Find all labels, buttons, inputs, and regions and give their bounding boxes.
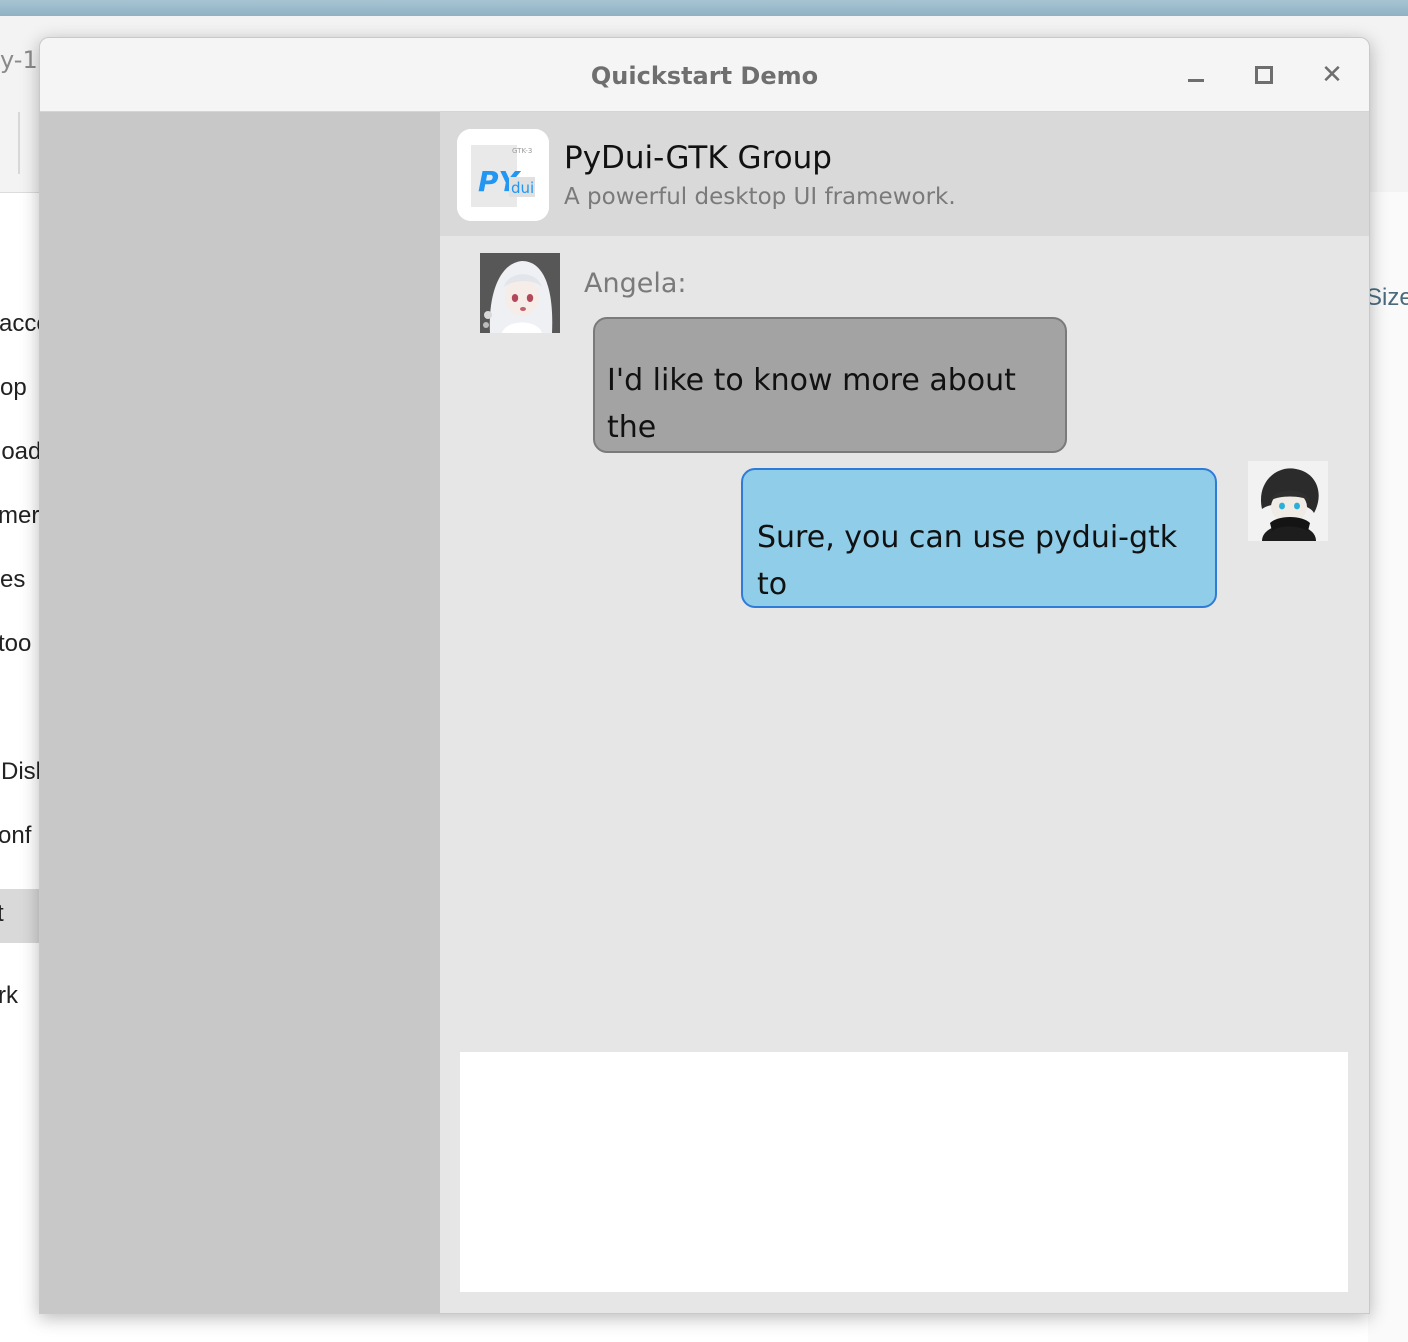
- background-sidebar-item[interactable]: acce: [0, 310, 40, 338]
- group-header: GTK-3 PY dui PyDui-GTK Group A powerful …: [440, 112, 1369, 236]
- quickstart-demo-window: Quickstart Demo ✕ GTK-3 PY dui PyDui-GTK…: [39, 37, 1370, 1314]
- background-column-header-size: Size: [1366, 284, 1408, 311]
- pydui-logo-icon: GTK-3 PY dui: [457, 129, 549, 221]
- background-sidebar-item[interactable]: mer: [0, 502, 40, 530]
- message-sender-name: Angela:: [584, 268, 687, 299]
- maximize-icon: [1255, 66, 1273, 84]
- window-titlebar[interactable]: Quickstart Demo ✕: [40, 38, 1369, 112]
- avatar-self[interactable]: [1248, 461, 1328, 541]
- background-toolbar-separator: [18, 112, 20, 174]
- background-sidebar-item[interactable]: too: [0, 630, 40, 658]
- incoming-message-text: I'd like to know more about the pydui-gt…: [607, 363, 1016, 445]
- background-sidebar-item[interactable]: rk: [0, 982, 40, 1010]
- svg-text:dui: dui: [511, 179, 534, 197]
- chat-panel: GTK-3 PY dui PyDui-GTK Group A powerful …: [440, 112, 1369, 1313]
- close-icon: ✕: [1321, 60, 1343, 90]
- background-sidebar-item[interactable]: es: [0, 566, 40, 594]
- background-sidebar-item[interactable]: Disk: [0, 758, 40, 786]
- avatar-angela[interactable]: [480, 253, 560, 333]
- group-description: A powerful desktop UI framework.: [564, 184, 956, 210]
- message-input[interactable]: [460, 1052, 1348, 1292]
- group-logo: GTK-3 PY dui: [457, 129, 549, 221]
- minimize-button[interactable]: [1179, 60, 1213, 90]
- close-button[interactable]: ✕: [1315, 60, 1349, 90]
- anime-girl-avatar-icon: [480, 253, 560, 333]
- anime-boy-avatar-icon: [1248, 461, 1328, 541]
- background-sidebar-item[interactable]: onf: [0, 822, 40, 850]
- window-title: Quickstart Demo: [590, 62, 819, 90]
- outgoing-message-text: Sure, you can use pydui-gtk to create de…: [757, 520, 1178, 602]
- background-sidebar-item[interactable]: op: [0, 374, 40, 402]
- background-sidebar-item[interactable]: load: [0, 438, 40, 466]
- svg-text:GTK-3: GTK-3: [512, 147, 532, 155]
- outgoing-message-bubble: Sure, you can use pydui-gtk to create de…: [741, 468, 1217, 608]
- maximize-button[interactable]: [1247, 60, 1281, 90]
- background-window-topbar: [0, 0, 1408, 17]
- background-content-area: [1368, 192, 1408, 1342]
- conversation-list-panel: [40, 112, 440, 1313]
- incoming-message-bubble: I'd like to know more about the pydui-gt…: [593, 317, 1067, 453]
- group-name: PyDui-GTK Group: [564, 140, 832, 176]
- minimize-icon: [1188, 78, 1204, 82]
- background-sidebar-item[interactable]: t: [0, 900, 40, 928]
